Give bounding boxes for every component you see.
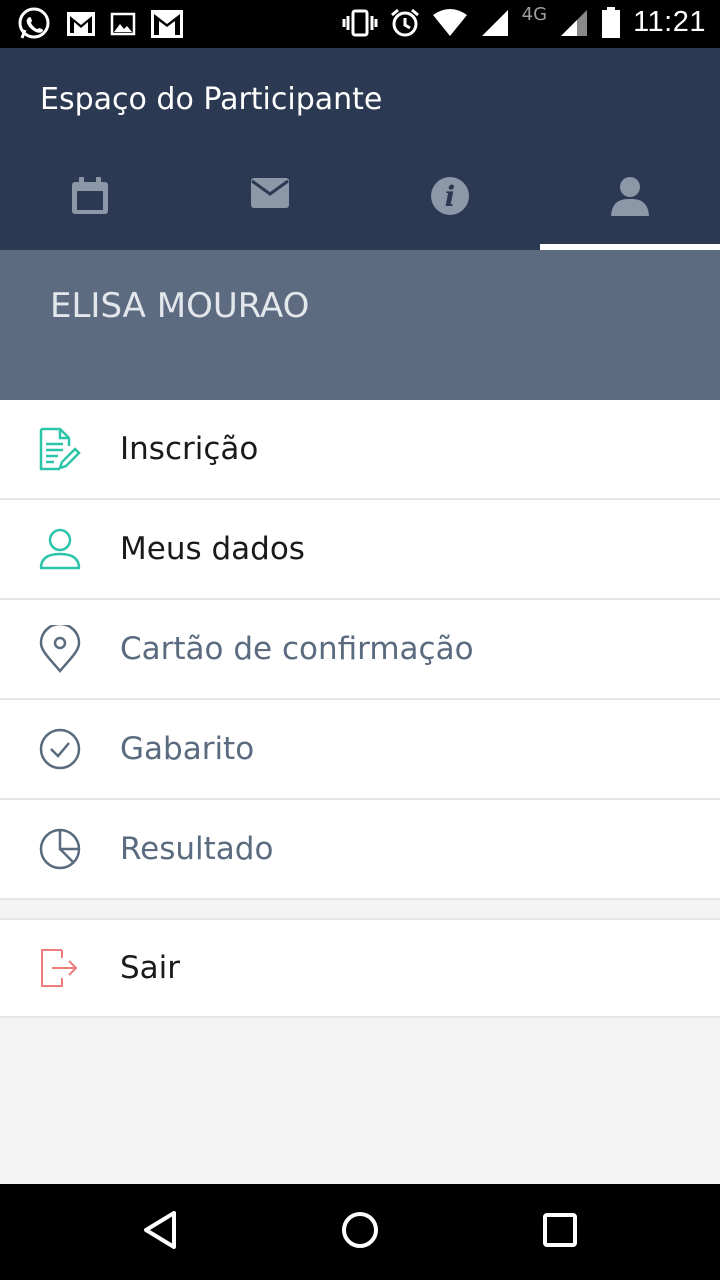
menu-item-label: Resultado [120, 831, 274, 867]
user-icon [610, 176, 650, 216]
tab-calendar[interactable] [0, 156, 180, 250]
envelope-icon [250, 176, 290, 210]
info-icon: i [430, 176, 470, 216]
signal-icon [480, 8, 510, 38]
edit-document-icon [38, 425, 82, 473]
menu-item-label: Cartão de confirmação [120, 631, 474, 667]
menu-item-label: Meus dados [120, 531, 305, 567]
participant-menu: Inscrição Meus dados Cartão de confirmaç… [0, 400, 720, 1018]
home-icon [340, 1210, 380, 1255]
image-icon [110, 12, 136, 36]
menu-item-gabarito[interactable]: Gabarito [0, 700, 720, 800]
app-bar: Espaço do Participante i [0, 48, 720, 250]
tab-profile[interactable] [540, 156, 720, 250]
menu-item-meus-dados[interactable]: Meus dados [0, 500, 720, 600]
calendar-icon [70, 176, 110, 216]
whatsapp-icon [16, 6, 52, 42]
menu-item-cartao-confirmacao[interactable]: Cartão de confirmação [0, 600, 720, 700]
participant-name: ELISA MOURAO [50, 286, 310, 326]
menu-divider [0, 900, 720, 920]
pie-chart-icon [38, 825, 82, 873]
notification-icons [16, 6, 184, 42]
user-outline-icon [38, 525, 82, 573]
back-button[interactable] [138, 1210, 182, 1254]
tab-bar: i [0, 156, 720, 250]
recents-button[interactable] [538, 1210, 582, 1254]
system-navigation-bar [0, 1184, 720, 1280]
map-pin-icon [38, 625, 82, 673]
alarm-icon [390, 8, 420, 38]
home-button[interactable] [338, 1210, 382, 1254]
logout-button[interactable]: Sair [0, 920, 720, 1018]
check-circle-icon [38, 725, 82, 773]
system-icons: 4G 11:21 [342, 4, 706, 39]
logout-icon [38, 944, 82, 992]
profile-header: ELISA MOURAO [0, 250, 720, 400]
recents-icon [540, 1210, 580, 1255]
menu-item-inscricao[interactable]: Inscrição [0, 400, 720, 500]
status-bar: 4G 11:21 [0, 0, 720, 48]
tab-info[interactable]: i [360, 156, 540, 250]
gmail-icon [66, 11, 96, 37]
logout-label: Sair [120, 950, 181, 986]
wifi-icon [432, 8, 468, 37]
back-icon [140, 1210, 180, 1255]
page-title: Espaço do Participante [40, 82, 383, 117]
menu-item-resultado[interactable]: Resultado [0, 800, 720, 900]
menu-item-label: Gabarito [120, 731, 255, 767]
tab-messages[interactable] [180, 156, 360, 250]
svg-text:i: i [445, 180, 456, 213]
vibrate-icon [342, 8, 378, 38]
signal-icon [559, 8, 589, 38]
gmail-icon [150, 9, 184, 39]
menu-item-label: Inscrição [120, 431, 259, 467]
clock: 11:21 [633, 6, 706, 38]
network-type-label: 4G [521, 4, 548, 25]
battery-icon [601, 6, 621, 39]
